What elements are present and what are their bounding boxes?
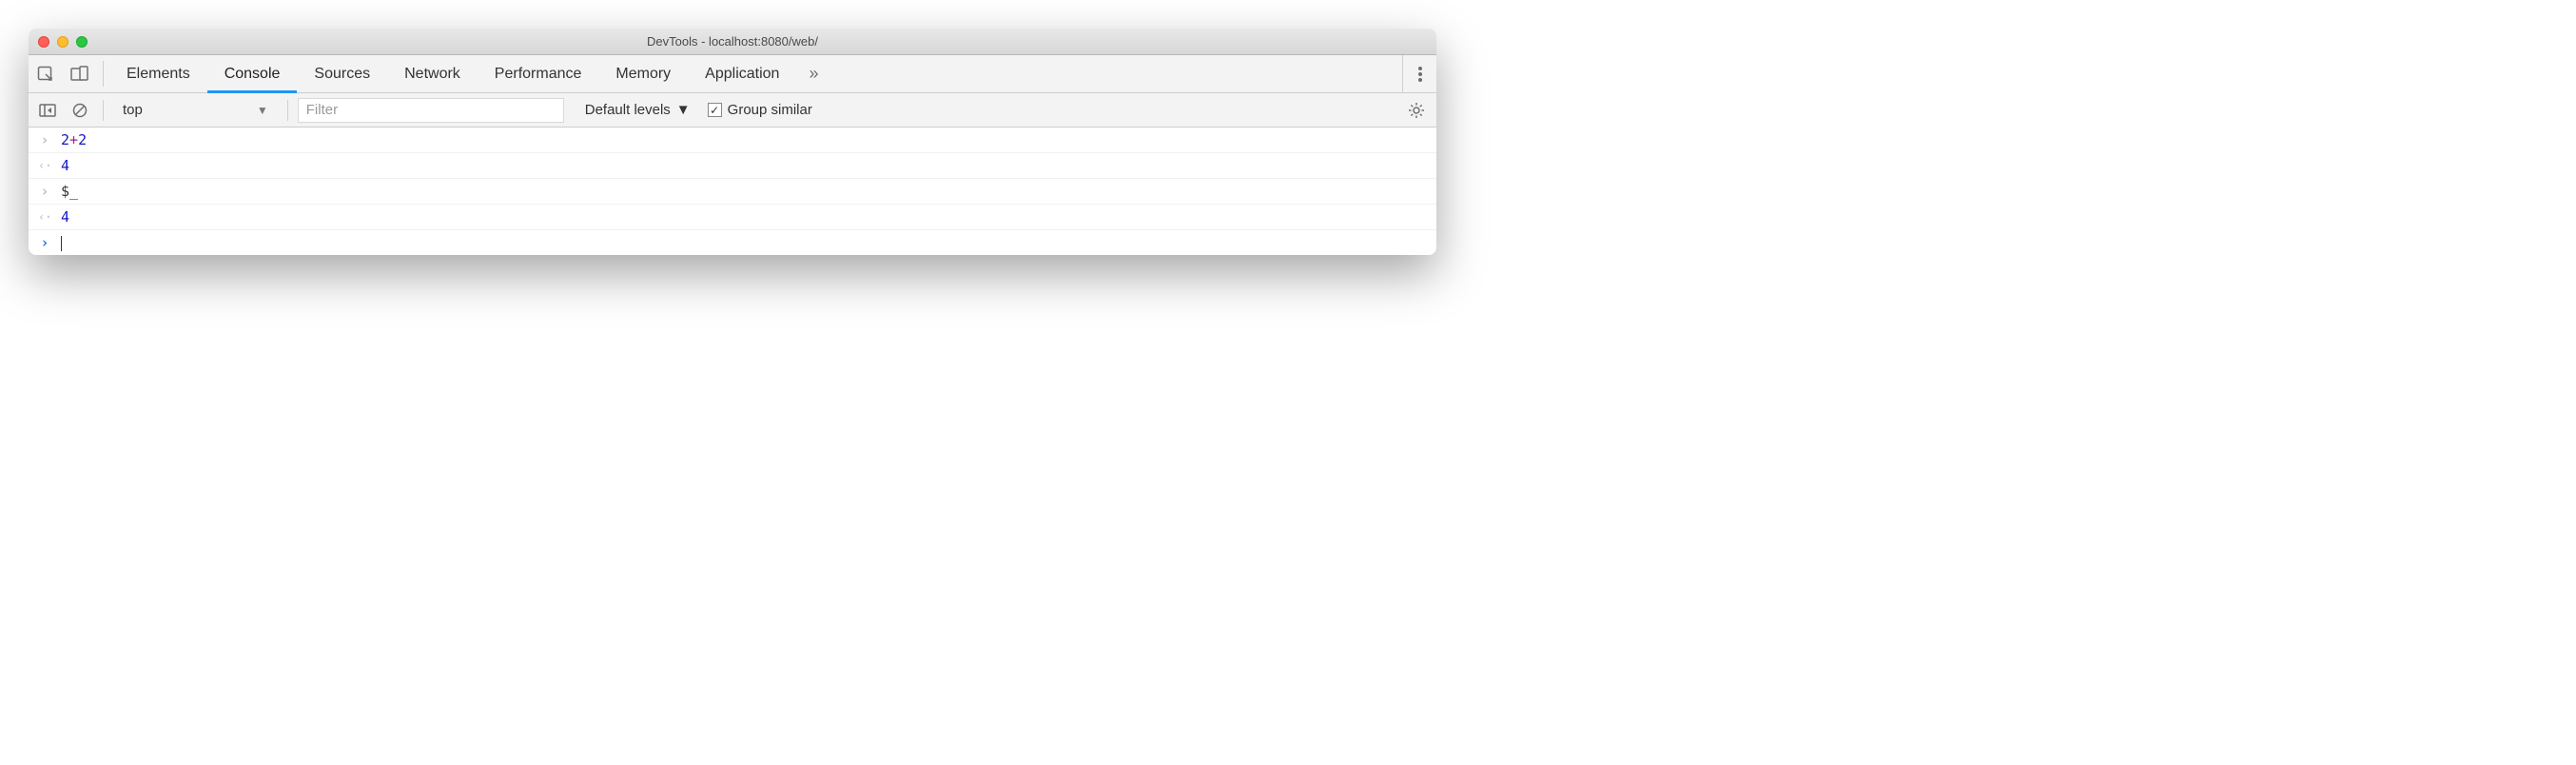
inspect-element-icon[interactable] [29, 55, 63, 92]
spacer [830, 55, 1402, 92]
tab-network[interactable]: Network [387, 55, 478, 92]
console-settings-icon[interactable] [1408, 102, 1431, 119]
close-window-button[interactable] [38, 36, 49, 48]
tab-sources[interactable]: Sources [297, 55, 387, 92]
console-input-row: › $_ [29, 179, 1436, 205]
minimize-window-button[interactable] [57, 36, 68, 48]
dropdown-caret-icon: ▼ [676, 102, 691, 118]
window-title: DevTools - localhost:8080/web/ [29, 34, 1436, 49]
console-toolbar: top ▼ Default levels ▼ ✓ Group similar [29, 93, 1436, 128]
log-levels-label: Default levels [585, 102, 671, 118]
code-text: 4 [61, 208, 69, 226]
console-output[interactable]: › 2+2 ‹· 4 › $_ ‹· 4 › [29, 128, 1436, 255]
clear-console-icon[interactable] [67, 97, 93, 124]
prompt-marker-icon: › [38, 234, 51, 251]
tab-label: Sources [314, 66, 370, 83]
group-similar-label: Group similar [728, 102, 812, 118]
tabs-overflow-icon: » [809, 64, 818, 84]
divider [103, 61, 104, 87]
tab-label: Network [404, 66, 460, 83]
tabs: Elements Console Sources Network Performance… [109, 55, 796, 92]
panel-tabbar: Elements Console Sources Network Performance… [29, 55, 1436, 93]
context-label: top [123, 102, 143, 118]
code-text: 2+2 [61, 131, 87, 148]
code-text: $_ [61, 183, 78, 200]
code-text: 4 [61, 157, 69, 174]
dropdown-caret-icon: ▼ [257, 104, 268, 117]
console-output-row: ‹· 4 [29, 153, 1436, 179]
toggle-sidebar-icon[interactable] [34, 97, 61, 124]
divider [287, 100, 288, 121]
divider [103, 100, 104, 121]
tab-label: Performance [495, 66, 582, 83]
tab-label: Memory [615, 66, 671, 83]
input-marker-icon: › [38, 131, 51, 148]
output-marker-icon: ‹· [38, 159, 51, 172]
tab-label: Elements [127, 66, 190, 83]
filter-input[interactable] [298, 98, 564, 123]
tabs-overflow-button[interactable]: » [796, 55, 830, 92]
tab-label: Console [224, 66, 281, 83]
tab-console[interactable]: Console [207, 55, 298, 92]
console-output-row: ‹· 4 [29, 205, 1436, 230]
more-options-button[interactable] [1402, 55, 1436, 92]
input-marker-icon: › [38, 183, 51, 200]
console-prompt-row[interactable]: › [29, 230, 1436, 255]
group-similar-toggle[interactable]: ✓ Group similar [702, 102, 818, 118]
context-selector[interactable]: top ▼ [113, 102, 278, 118]
maximize-window-button[interactable] [76, 36, 88, 48]
output-marker-icon: ‹· [38, 210, 51, 224]
log-levels-selector[interactable]: Default levels ▼ [579, 102, 696, 118]
device-toolbar-icon[interactable] [63, 55, 97, 92]
console-input-row: › 2+2 [29, 128, 1436, 153]
devtools-window: DevTools - localhost:8080/web/ Elements C… [29, 29, 1436, 255]
tab-memory[interactable]: Memory [598, 55, 688, 92]
text-cursor [61, 236, 62, 251]
checkbox-icon: ✓ [708, 103, 722, 117]
traffic-lights [38, 36, 88, 48]
prompt-input[interactable] [61, 234, 62, 251]
tab-label: Application [705, 66, 779, 83]
tab-performance[interactable]: Performance [478, 55, 599, 92]
tab-application[interactable]: Application [688, 55, 796, 92]
tab-elements[interactable]: Elements [109, 55, 207, 92]
window-titlebar: DevTools - localhost:8080/web/ [29, 29, 1436, 55]
